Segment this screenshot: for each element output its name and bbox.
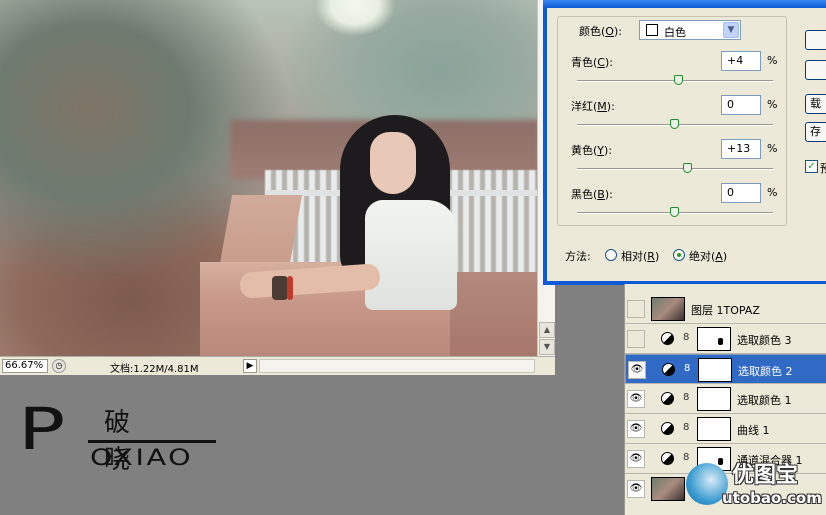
magenta-slider-thumb[interactable] bbox=[670, 119, 679, 129]
yellow-label: 黄色(Y): bbox=[571, 144, 613, 157]
layer-mask-thumbnail bbox=[697, 327, 731, 351]
yellow-unit: % bbox=[767, 142, 778, 155]
yellow-input[interactable]: +13 bbox=[721, 139, 761, 159]
preview-checkbox[interactable]: ✓ bbox=[805, 160, 818, 173]
status-menu-arrow-icon[interactable]: ▶ bbox=[243, 359, 257, 373]
colors-select[interactable]: 白色 ▼ bbox=[639, 20, 741, 40]
document-window: ▲ ▼ 66.67% ◷ 文档:1.22M/4.81M ▶ bbox=[0, 0, 555, 375]
eye-icon[interactable]: 👁 bbox=[627, 450, 645, 468]
adjustment-layer-icon bbox=[661, 452, 674, 465]
adjustment-layer-icon bbox=[661, 392, 674, 405]
layer-mask-thumbnail bbox=[697, 417, 731, 441]
layer-row[interactable]: 👁 8 曲线 1 bbox=[625, 414, 826, 444]
status-bar: 66.67% ◷ 文档:1.22M/4.81M ▶ bbox=[0, 356, 555, 375]
photo-girl-shirt bbox=[365, 200, 457, 310]
photo-bracelet bbox=[272, 276, 288, 300]
yellow-slider-track[interactable] bbox=[577, 168, 773, 170]
cyan-label: 青色(C): bbox=[571, 56, 613, 69]
color-swatch-icon bbox=[646, 24, 658, 36]
logo-letter: P bbox=[18, 395, 66, 463]
colors-select-value: 白色 bbox=[664, 26, 686, 39]
eye-icon[interactable]: 👁 bbox=[627, 480, 645, 498]
watermark-chinese: 优图宝 bbox=[732, 463, 799, 488]
relative-label[interactable]: 相对(R) bbox=[621, 248, 659, 264]
layer-row-selected[interactable]: 👁 8 选取颜色 2 bbox=[625, 354, 826, 384]
black-slider-thumb[interactable] bbox=[670, 207, 679, 217]
link-icon: 8 bbox=[684, 363, 691, 374]
magenta-label: 洋红(M): bbox=[571, 100, 615, 113]
layer-mask-thumbnail bbox=[697, 387, 731, 411]
save-button[interactable]: 存 bbox=[805, 122, 826, 142]
magenta-input[interactable]: 0 bbox=[721, 95, 761, 115]
horizontal-scrollbar[interactable] bbox=[259, 359, 535, 373]
preview-label: 预 bbox=[820, 162, 826, 175]
eye-icon[interactable]: 👁 bbox=[627, 420, 645, 438]
cyan-input[interactable]: +4 bbox=[721, 51, 761, 71]
link-icon: 8 bbox=[683, 422, 690, 433]
link-icon: 8 bbox=[683, 332, 690, 343]
doc-size-info: 文档:1.22M/4.81M bbox=[110, 364, 199, 375]
magenta-unit: % bbox=[767, 98, 778, 111]
layer-thumbnail bbox=[651, 297, 685, 321]
eye-icon[interactable]: 👁 bbox=[627, 390, 645, 408]
zoom-field[interactable]: 66.67% bbox=[2, 359, 48, 373]
black-unit: % bbox=[767, 186, 778, 199]
method-label: 方法: bbox=[565, 250, 591, 263]
layer-row[interactable]: 图层 1TOPAZ bbox=[625, 294, 826, 324]
visibility-toggle[interactable] bbox=[627, 330, 645, 348]
utobao-watermark: 优图宝 utobao.com bbox=[680, 455, 826, 515]
load-button[interactable]: 载 bbox=[805, 94, 826, 114]
zoom-navigator-icon[interactable]: ◷ bbox=[52, 359, 66, 373]
absolute-radio[interactable] bbox=[673, 249, 685, 261]
layer-row[interactable]: 👁 8 选取颜色 1 bbox=[625, 384, 826, 414]
eye-icon[interactable]: 👁 bbox=[628, 361, 646, 379]
cyan-slider-thumb[interactable] bbox=[673, 75, 683, 85]
photo-canvas[interactable] bbox=[0, 0, 537, 356]
yellow-slider-thumb[interactable] bbox=[682, 163, 692, 173]
scroll-up-icon[interactable]: ▲ bbox=[539, 322, 555, 338]
layer-row[interactable]: 8 选取颜色 3 bbox=[625, 324, 826, 354]
layer-name: 曲线 1 bbox=[737, 424, 770, 437]
selective-color-dialog: 颜色(O): 白色 ▼ 青色(C): +4 % 洋红(M): 0 % 黄色(Y)… bbox=[543, 0, 826, 285]
visibility-toggle[interactable] bbox=[627, 300, 645, 318]
watermark-url: utobao.com bbox=[722, 489, 822, 507]
layer-name: 选取颜色 1 bbox=[737, 394, 792, 407]
adjustment-layer-icon bbox=[661, 332, 674, 345]
colors-label: 颜色(O): bbox=[579, 25, 622, 38]
logo-divider bbox=[88, 440, 216, 443]
layer-name: 选取颜色 2 bbox=[738, 365, 793, 378]
layer-name: 图层 1TOPAZ bbox=[691, 304, 760, 317]
cyan-unit: % bbox=[767, 54, 778, 67]
dialog-body: 颜色(O): 白色 ▼ 青色(C): +4 % 洋红(M): 0 % 黄色(Y)… bbox=[547, 8, 826, 281]
logo-english: OXIAO bbox=[90, 446, 194, 471]
cancel-button[interactable] bbox=[805, 60, 826, 80]
relative-radio[interactable] bbox=[605, 249, 617, 261]
scroll-down-icon[interactable]: ▼ bbox=[539, 339, 555, 355]
dialog-titlebar[interactable] bbox=[543, 0, 826, 8]
photo-bracelet-red bbox=[287, 276, 293, 300]
layer-mask-thumbnail bbox=[698, 358, 732, 382]
black-label: 黑色(B): bbox=[571, 188, 613, 201]
adjustment-layer-icon bbox=[661, 422, 674, 435]
adjustment-layer-icon bbox=[662, 363, 675, 376]
chevron-down-icon[interactable]: ▼ bbox=[723, 22, 739, 38]
layer-name: 选取颜色 3 bbox=[737, 334, 792, 347]
black-input[interactable]: 0 bbox=[721, 183, 761, 203]
absolute-label[interactable]: 绝对(A) bbox=[689, 248, 727, 264]
ok-button[interactable] bbox=[805, 30, 826, 50]
photo-girl-face bbox=[370, 132, 416, 194]
link-icon: 8 bbox=[683, 392, 690, 403]
